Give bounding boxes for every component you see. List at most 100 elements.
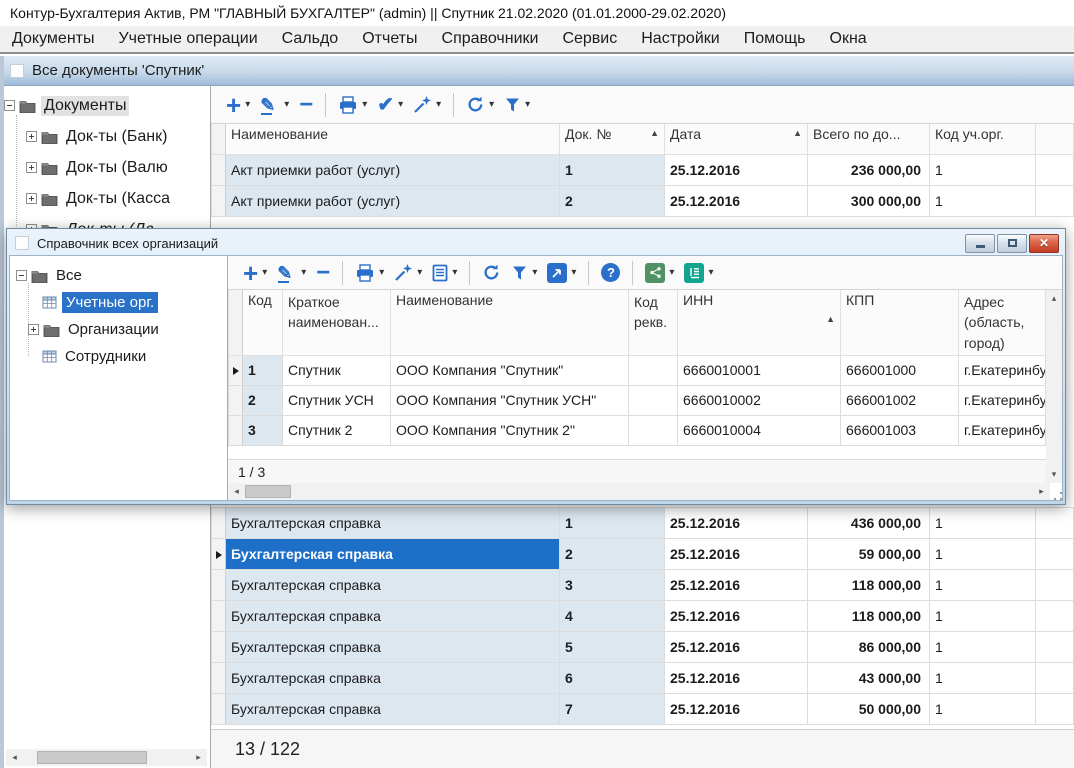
cell-docnum[interactable]: 4	[559, 600, 665, 632]
cell-name[interactable]: Бухгалтерская справка	[225, 631, 560, 663]
tree-node-currency-docs[interactable]: Док-ты (Валю	[16, 152, 210, 183]
cell-inn[interactable]: 6660010004	[677, 414, 841, 446]
cell-name[interactable]: Бухгалтерская справка	[225, 569, 560, 601]
edit-button[interactable]: ✎ ▾	[272, 261, 311, 285]
cell-docnum[interactable]: 2	[559, 184, 665, 217]
expand-icon[interactable]	[28, 324, 39, 335]
chevron-down-icon[interactable]: ▾	[301, 267, 306, 278]
cell-date[interactable]: 25.12.2016	[664, 153, 808, 186]
print-button[interactable]: ▾	[333, 94, 372, 116]
menu-windows[interactable]: Окна	[818, 27, 879, 51]
journal-button[interactable]: ▾	[679, 261, 718, 285]
table-row[interactable]: Бухгалтерская справка 6 25.12.2016 43 00…	[211, 662, 1074, 694]
chevron-down-icon[interactable]: ▾	[525, 99, 530, 110]
tree-node-documents[interactable]: Документы	[4, 90, 210, 121]
cell-total[interactable]: 43 000,00	[807, 662, 930, 694]
table-row[interactable]: Бухгалтерская справка 1 25.12.2016 436 0…	[211, 507, 1074, 539]
confirm-button[interactable]: ✔ ▾	[372, 93, 408, 117]
tree-node-organizations[interactable]: Организации	[28, 316, 227, 343]
chevron-down-icon[interactable]: ▾	[417, 267, 422, 278]
tree-label-currency-docs[interactable]: Док-ты (Валю	[63, 158, 171, 178]
filter-button[interactable]: ▾	[506, 263, 542, 283]
cell-docnum[interactable]: 1	[559, 153, 665, 186]
cell-orgcode[interactable]: 1	[929, 538, 1036, 570]
tree-label-organizations[interactable]: Организации	[65, 320, 162, 339]
cell-total[interactable]: 436 000,00	[807, 507, 930, 539]
cell-kpp[interactable]: 666001003	[840, 414, 959, 446]
menu-directories[interactable]: Справочники	[430, 27, 551, 51]
add-button[interactable]: + ▾	[221, 90, 255, 120]
collapse-icon[interactable]	[4, 100, 15, 111]
cell-kodrekv[interactable]	[628, 414, 678, 446]
chevron-down-icon[interactable]: ▾	[708, 267, 713, 278]
cell-kodrekv[interactable]	[628, 384, 678, 416]
edit-button[interactable]: ✎ ▾	[255, 93, 294, 117]
cell-total[interactable]: 86 000,00	[807, 631, 930, 663]
cell-kodrekv[interactable]	[628, 354, 678, 386]
cell-date[interactable]: 25.12.2016	[664, 538, 808, 570]
menu-balance[interactable]: Сальдо	[270, 27, 351, 51]
chevron-down-icon[interactable]: ▾	[532, 267, 537, 278]
table-row[interactable]: 3 Спутник 2 ООО Компания "Спутник 2" 666…	[228, 414, 1046, 446]
cell-code[interactable]: 2	[242, 384, 283, 416]
cell-kpp[interactable]: 666001002	[840, 384, 959, 416]
collapse-icon[interactable]	[16, 270, 27, 281]
cell-inn[interactable]: 6660010002	[677, 384, 841, 416]
cell-orgcode[interactable]: 1	[929, 631, 1036, 663]
tree-node-cash-docs[interactable]: Док-ты (Касса	[16, 183, 210, 214]
cell-date[interactable]: 25.12.2016	[664, 184, 808, 217]
cell-date[interactable]: 25.12.2016	[664, 693, 808, 725]
col-header-name[interactable]: Наименование	[225, 124, 560, 155]
col-header-total[interactable]: Всего по до...	[807, 124, 930, 155]
cell-kpp[interactable]: 666001000	[840, 354, 959, 386]
tree-horizontal-scrollbar[interactable]: ◂ ▸	[6, 749, 207, 766]
restore-button[interactable]	[997, 233, 1027, 253]
expand-icon[interactable]	[26, 131, 37, 142]
table-row[interactable]: Бухгалтерская справка 4 25.12.2016 118 0…	[211, 600, 1074, 632]
minimize-button[interactable]	[965, 233, 995, 253]
col-header-code[interactable]: Код	[242, 290, 283, 356]
cell-name[interactable]: Бухгалтерская справка	[225, 507, 560, 539]
col-header-name[interactable]: Наименование	[390, 290, 629, 356]
cell-total[interactable]: 59 000,00	[807, 538, 930, 570]
scrollbar-thumb[interactable]	[245, 485, 291, 498]
tree-label-bank-docs[interactable]: Док-ты (Банк)	[63, 127, 170, 147]
expand-icon[interactable]	[26, 162, 37, 173]
tree-node-bank-docs[interactable]: Док-ты (Банк)	[16, 121, 210, 152]
scroll-left-icon[interactable]: ◂	[6, 749, 23, 766]
menu-service[interactable]: Сервис	[550, 27, 629, 51]
cell-docnum[interactable]: 2	[559, 538, 665, 570]
cell-name[interactable]: Бухгалтерская справка	[225, 662, 560, 694]
menu-reports[interactable]: Отчеты	[350, 27, 429, 51]
cell-total[interactable]: 118 000,00	[807, 600, 930, 632]
cell-total[interactable]: 50 000,00	[807, 693, 930, 725]
magic-wand-button[interactable]: ▾	[408, 93, 446, 116]
table-row[interactable]: Бухгалтерская справка 7 25.12.2016 50 00…	[211, 693, 1074, 725]
cell-name[interactable]: Бухгалтерская справка	[225, 600, 560, 632]
table-row-selected[interactable]: Бухгалтерская справка 2 25.12.2016 59 00…	[211, 538, 1074, 570]
table-row[interactable]: Акт приемки работ (услуг) 2 25.12.2016 3…	[211, 184, 1074, 217]
col-header-orgcode[interactable]: Код уч.орг.	[929, 124, 1036, 155]
cell-shortname[interactable]: Спутник	[282, 354, 391, 386]
scroll-down-icon[interactable]: ▾	[1046, 466, 1062, 483]
cell-name[interactable]: ООО Компания "Спутник"	[390, 354, 629, 386]
col-header-date[interactable]: Дата ▲	[664, 124, 808, 155]
cell-code[interactable]: 3	[242, 414, 283, 446]
dialog-vertical-scrollbar[interactable]: ▴ ▾	[1046, 290, 1062, 483]
tree-node-accounting-orgs[interactable]: Учетные орг.	[28, 289, 227, 316]
cell-name[interactable]: Бухгалтерская справка	[225, 538, 560, 570]
scroll-left-icon[interactable]: ◂	[228, 483, 245, 500]
cell-address[interactable]: г.Екатеринбург	[958, 354, 1046, 386]
dialog-horizontal-scrollbar[interactable]: ◂ ▸	[228, 483, 1050, 500]
table-row-current[interactable]: 1 Спутник ООО Компания "Спутник" 6660010…	[228, 354, 1046, 386]
cell-orgcode[interactable]: 1	[929, 569, 1036, 601]
menu-help[interactable]: Помощь	[732, 27, 818, 51]
col-header-kpp[interactable]: КПП	[840, 290, 959, 356]
col-header-docnum[interactable]: Док. № ▲	[559, 124, 665, 155]
chevron-down-icon[interactable]: ▾	[362, 99, 367, 110]
scrollbar-thumb[interactable]	[37, 751, 147, 764]
tree-node-all[interactable]: Все	[10, 262, 227, 289]
scroll-right-icon[interactable]: ▸	[1033, 483, 1050, 500]
tree-label-cash-docs[interactable]: Док-ты (Касса	[63, 189, 173, 209]
cell-code[interactable]: 1	[242, 354, 283, 386]
